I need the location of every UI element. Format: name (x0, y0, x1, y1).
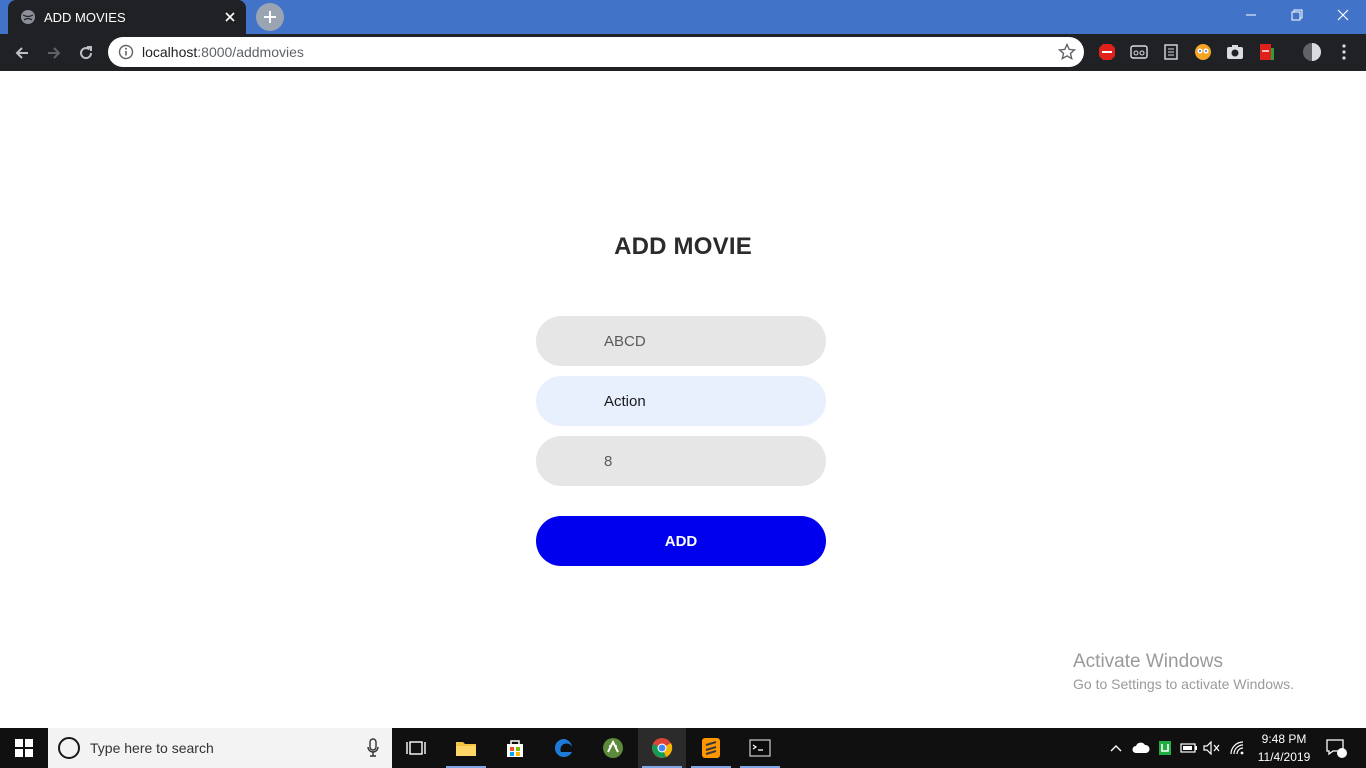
windows-icon[interactable] (0, 728, 48, 768)
tab-title: ADD MOVIES (44, 9, 126, 25)
app-tray-icon[interactable] (1155, 728, 1175, 768)
store-icon[interactable] (491, 728, 539, 768)
menu-icon[interactable] (1334, 42, 1354, 62)
taskbar-search[interactable]: Type here to search (48, 728, 392, 768)
search-placeholder: Type here to search (90, 740, 214, 756)
url-host: localhost (142, 44, 198, 60)
browser-tab[interactable]: ADD MOVIES (8, 0, 246, 34)
sublime-icon[interactable] (687, 728, 735, 768)
star-icon[interactable] (1058, 43, 1076, 61)
battery-icon[interactable] (1178, 728, 1200, 768)
back-icon[interactable] (9, 40, 35, 66)
android-icon[interactable] (589, 728, 637, 768)
close-icon[interactable] (220, 7, 240, 27)
activation-watermark: Activate Windows Go to Settings to activ… (1073, 651, 1294, 692)
volume-icon[interactable] (1201, 728, 1223, 768)
globe-icon (21, 10, 35, 24)
camera-icon[interactable] (1225, 42, 1245, 62)
browser-toolbar: localhost:8000/addmovies (0, 34, 1366, 71)
pdf-icon[interactable] (1257, 42, 1277, 62)
cloud-icon[interactable] (1130, 728, 1152, 768)
window-close-icon[interactable] (1320, 0, 1366, 30)
face-icon[interactable] (1193, 42, 1213, 62)
address-bar[interactable]: localhost:8000/addmovies (108, 37, 1084, 67)
adblock-icon[interactable] (1097, 42, 1117, 62)
watermark-title: Activate Windows (1073, 651, 1223, 672)
taskbar: Type here to search 9:48 PM 11/4/2019 1 (0, 728, 1366, 768)
terminal-icon[interactable] (736, 728, 784, 768)
info-icon[interactable] (118, 44, 134, 60)
chevron-up-icon[interactable] (1106, 728, 1126, 768)
chrome-icon[interactable] (638, 728, 686, 768)
cortana-icon (58, 737, 80, 759)
rating-input[interactable] (536, 436, 826, 486)
url-path: :8000/addmovies (197, 44, 304, 60)
notification-icon[interactable]: 1 (1322, 728, 1350, 768)
forward-icon[interactable] (41, 40, 67, 66)
clock-time: 9:48 PM (1261, 732, 1307, 746)
reload-icon[interactable] (73, 40, 99, 66)
notification-count: 1 (1337, 740, 1343, 751)
plus-icon[interactable] (256, 3, 284, 31)
eyes-icon[interactable] (1129, 42, 1149, 62)
restore-icon[interactable] (1274, 0, 1320, 30)
mic-icon[interactable] (366, 738, 380, 758)
edge-icon[interactable] (540, 728, 588, 768)
wifi-icon[interactable] (1226, 728, 1248, 768)
minimize-icon[interactable] (1228, 0, 1274, 30)
genre-input[interactable] (536, 376, 826, 426)
movie-name-input[interactable] (536, 316, 826, 366)
profile-icon[interactable] (1302, 42, 1322, 62)
clock-date: 11/4/2019 (1257, 750, 1311, 764)
add-button[interactable]: ADD (536, 516, 826, 566)
folder-icon[interactable] (442, 728, 490, 768)
watermark-subtitle: Go to Settings to activate Windows. (1073, 676, 1294, 692)
doc-icon[interactable] (1161, 42, 1181, 62)
tab-strip: ADD MOVIES (0, 0, 1366, 34)
page-title: ADD MOVIE (614, 233, 752, 260)
taskbar-clock[interactable]: 9:48 PM 11/4/2019 (1248, 730, 1320, 766)
task-view-icon[interactable] (392, 728, 440, 768)
